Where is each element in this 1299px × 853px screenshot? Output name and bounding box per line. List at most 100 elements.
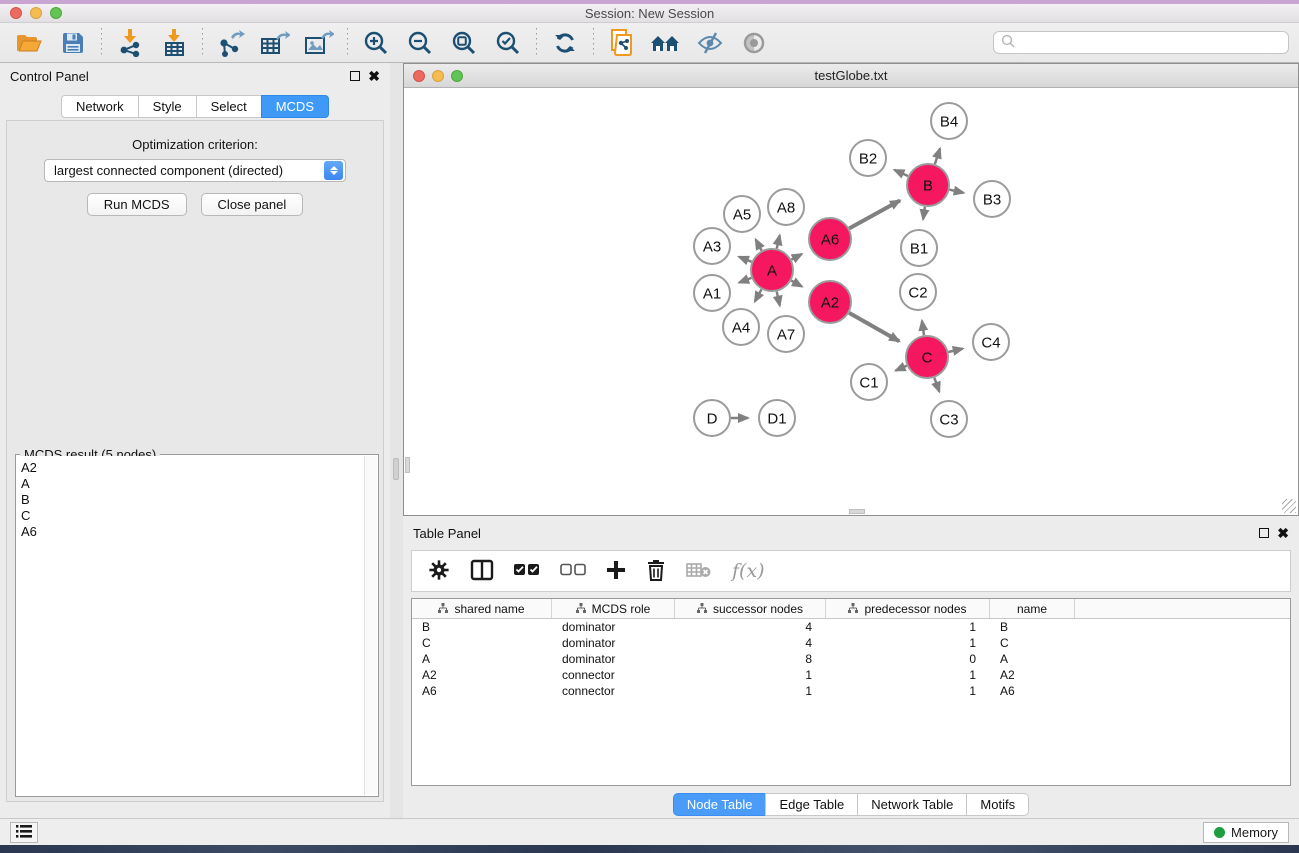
- table-row[interactable]: Adominator80A: [412, 651, 1290, 667]
- export-image-button[interactable]: [300, 26, 338, 60]
- memory-button[interactable]: Memory: [1203, 822, 1289, 843]
- tab-node-table[interactable]: Node Table: [673, 793, 767, 816]
- float-panel-icon[interactable]: [350, 71, 360, 81]
- import-network-button[interactable]: [111, 26, 149, 60]
- open-file-button[interactable]: [10, 26, 48, 60]
- table-cell[interactable]: 0: [826, 651, 990, 667]
- task-history-button[interactable]: [10, 822, 38, 843]
- delete-column-button[interactable]: [646, 559, 666, 584]
- graph-edge-A6-B[interactable]: [849, 200, 900, 228]
- mcds-result-item[interactable]: A6: [21, 524, 360, 540]
- table-row[interactable]: Cdominator41C: [412, 635, 1290, 651]
- show-panel-button[interactable]: [735, 26, 773, 60]
- zoom-out-button[interactable]: [401, 26, 439, 60]
- left-splitter-thumb[interactable]: [405, 457, 410, 473]
- graph-node-C3[interactable]: C3: [931, 401, 967, 437]
- graph-edge-C-C3[interactable]: [934, 378, 939, 392]
- graph-node-D1[interactable]: D1: [759, 400, 795, 436]
- export-table-button[interactable]: [256, 26, 294, 60]
- graph-node-A7[interactable]: A7: [768, 316, 804, 352]
- select-all-button[interactable]: [514, 563, 540, 580]
- mcds-result-item[interactable]: B: [21, 492, 360, 508]
- tab-select[interactable]: Select: [196, 95, 262, 118]
- copy-network-button[interactable]: [603, 26, 641, 60]
- graph-edge-A-A5[interactable]: [756, 240, 762, 251]
- column-header-predecessor-nodes[interactable]: predecessor nodes: [826, 599, 990, 618]
- table-row[interactable]: Bdominator41B: [412, 619, 1290, 635]
- table-cell[interactable]: 1: [675, 667, 826, 683]
- table-row[interactable]: A6connector11A6: [412, 683, 1290, 699]
- graph-node-C1[interactable]: C1: [851, 364, 887, 400]
- table-cell[interactable]: A2: [990, 667, 1075, 683]
- table-cell[interactable]: 1: [826, 667, 990, 683]
- panel-divider[interactable]: [390, 63, 403, 818]
- show-all-networks-button[interactable]: [647, 26, 685, 60]
- zoom-selected-button[interactable]: [489, 26, 527, 60]
- table-cell[interactable]: 1: [675, 683, 826, 699]
- tab-motifs[interactable]: Motifs: [966, 793, 1029, 816]
- graph-edge-A-A3[interactable]: [739, 257, 752, 262]
- graph-node-C4[interactable]: C4: [973, 324, 1009, 360]
- tab-network[interactable]: Network: [61, 95, 139, 118]
- table-cell[interactable]: 1: [826, 683, 990, 699]
- column-header-MCDS-role[interactable]: MCDS role: [552, 599, 675, 618]
- run-mcds-button[interactable]: Run MCDS: [87, 193, 187, 216]
- zoom-in-button[interactable]: [357, 26, 395, 60]
- table-cell[interactable]: C: [990, 635, 1075, 651]
- graph-node-B4[interactable]: B4: [931, 103, 967, 139]
- table-cell[interactable]: A: [412, 651, 552, 667]
- graph-node-A1[interactable]: A1: [694, 275, 730, 311]
- close-table-panel-icon[interactable]: ✖: [1277, 528, 1289, 538]
- table-cell[interactable]: dominator: [552, 651, 675, 667]
- hide-panel-button[interactable]: [691, 26, 729, 60]
- graph-edge-A-A2[interactable]: [791, 281, 802, 287]
- graph-edge-A-A7[interactable]: [777, 291, 780, 305]
- graph-node-C2[interactable]: C2: [900, 274, 936, 310]
- import-table-button[interactable]: [155, 26, 193, 60]
- tab-edge-table[interactable]: Edge Table: [765, 793, 858, 816]
- column-header-shared-name[interactable]: shared name: [412, 599, 552, 618]
- graph-node-B3[interactable]: B3: [974, 181, 1010, 217]
- table-cell[interactable]: connector: [552, 667, 675, 683]
- graph-edge-A-A1[interactable]: [739, 278, 751, 283]
- table-cell[interactable]: 1: [826, 619, 990, 635]
- table-settings-button[interactable]: [428, 559, 450, 584]
- graph-node-B[interactable]: B: [907, 164, 949, 206]
- result-scrollbar[interactable]: [364, 456, 377, 795]
- graph-node-A5[interactable]: A5: [724, 196, 760, 232]
- resize-grip[interactable]: [1282, 499, 1296, 513]
- table-row[interactable]: A2connector11A2: [412, 667, 1290, 683]
- column-header-successor-nodes[interactable]: successor nodes: [675, 599, 826, 618]
- float-table-panel-icon[interactable]: [1259, 528, 1269, 538]
- graph-edge-C-C2[interactable]: [922, 321, 924, 335]
- graph-node-D[interactable]: D: [694, 400, 730, 436]
- graph-node-B1[interactable]: B1: [901, 230, 937, 266]
- node-table[interactable]: shared nameMCDS rolesuccessor nodesprede…: [411, 598, 1291, 786]
- zoom-fit-button[interactable]: [445, 26, 483, 60]
- table-cell[interactable]: A6: [412, 683, 552, 699]
- table-cell[interactable]: 4: [675, 635, 826, 651]
- add-column-button[interactable]: [606, 560, 626, 583]
- mcds-result-list[interactable]: A2ABCA6: [17, 456, 364, 795]
- table-cell[interactable]: A: [990, 651, 1075, 667]
- graph-edge-A-A8[interactable]: [777, 235, 780, 248]
- search-input[interactable]: [993, 31, 1289, 54]
- divider-grip[interactable]: [393, 458, 399, 480]
- table-cell[interactable]: 8: [675, 651, 826, 667]
- table-cell[interactable]: connector: [552, 683, 675, 699]
- graph-node-B2[interactable]: B2: [850, 140, 886, 176]
- network-canvas[interactable]: B4B2BB3A5A8A6A3AB1A1A2C2A4A7CC4C1C3DD1: [405, 89, 1297, 514]
- graph-edge-B-B1[interactable]: [923, 207, 925, 220]
- table-cell[interactable]: 4: [675, 619, 826, 635]
- graph-node-A3[interactable]: A3: [694, 228, 730, 264]
- table-cell[interactable]: C: [412, 635, 552, 651]
- toggle-column-view-button[interactable]: [470, 558, 494, 585]
- graph-node-A8[interactable]: A8: [768, 189, 804, 225]
- table-cell[interactable]: 1: [826, 635, 990, 651]
- column-header-name[interactable]: name: [990, 599, 1075, 618]
- deselect-all-button[interactable]: [560, 563, 586, 580]
- graph-node-A6[interactable]: A6: [809, 218, 851, 260]
- mcds-result-item[interactable]: A: [21, 476, 360, 492]
- mcds-result-item[interactable]: A2: [21, 460, 360, 476]
- table-cell[interactable]: A6: [990, 683, 1075, 699]
